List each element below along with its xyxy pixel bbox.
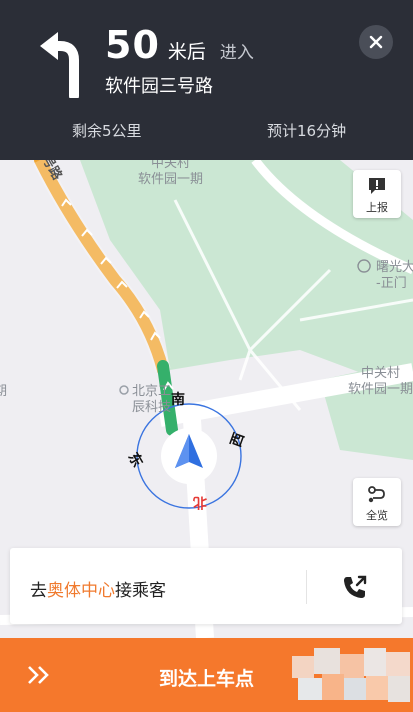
close-icon [369,35,383,49]
route-overview-icon [368,486,385,503]
report-label: 上报 [366,201,388,214]
passenger-pickup-card: 去奥体中心接乘客 [10,548,402,624]
estimated-time: 预计16分钟 [267,122,347,140]
blurred-area [292,648,410,706]
compass-south-label: 南 [171,392,185,408]
compass-north-label: 北 [193,494,207,510]
report-alert-icon [369,178,385,194]
map-label-shuguang: 曙光大 -正门 [376,260,413,291]
distance-row: 50 米后 进入 [105,22,254,68]
map-label-zgc-park: 中关村 软件园一期 [138,160,204,187]
map-label-zgc-right: 中关村 软件园一期 [348,366,413,397]
pickup-destination: 奥体中心 [47,581,115,601]
arrive-pickup-bar[interactable]: 到达上车点 [0,638,413,712]
remaining-distance: 剩余5公里 [72,122,142,140]
navigation-panel: 50 米后 进入 软件园三号路 剩余5公里 预计16分钟 [0,0,413,160]
overview-label: 全览 [366,509,388,522]
distance-value: 50 [105,23,160,67]
overview-button[interactable]: 全览 [353,478,401,526]
card-divider [306,570,307,604]
close-navigation-button[interactable] [359,25,393,59]
trip-summary: 剩余5公里 预计16分钟 [0,110,413,150]
next-road-name: 软件园三号路 [105,76,213,97]
map-label-beijing: 北京工 辰科技 [132,384,172,415]
map-label-edge: 期 [0,384,8,399]
turn-left-arrow-icon [40,32,79,98]
poi-dot [119,385,129,395]
pickup-instruction: 去奥体中心接乘客 [30,581,166,601]
report-button[interactable]: 上报 [353,170,401,218]
call-passenger-phone-icon[interactable] [340,572,370,602]
turn-action: 进入 [219,43,254,63]
distance-unit: 米后 [167,41,206,63]
